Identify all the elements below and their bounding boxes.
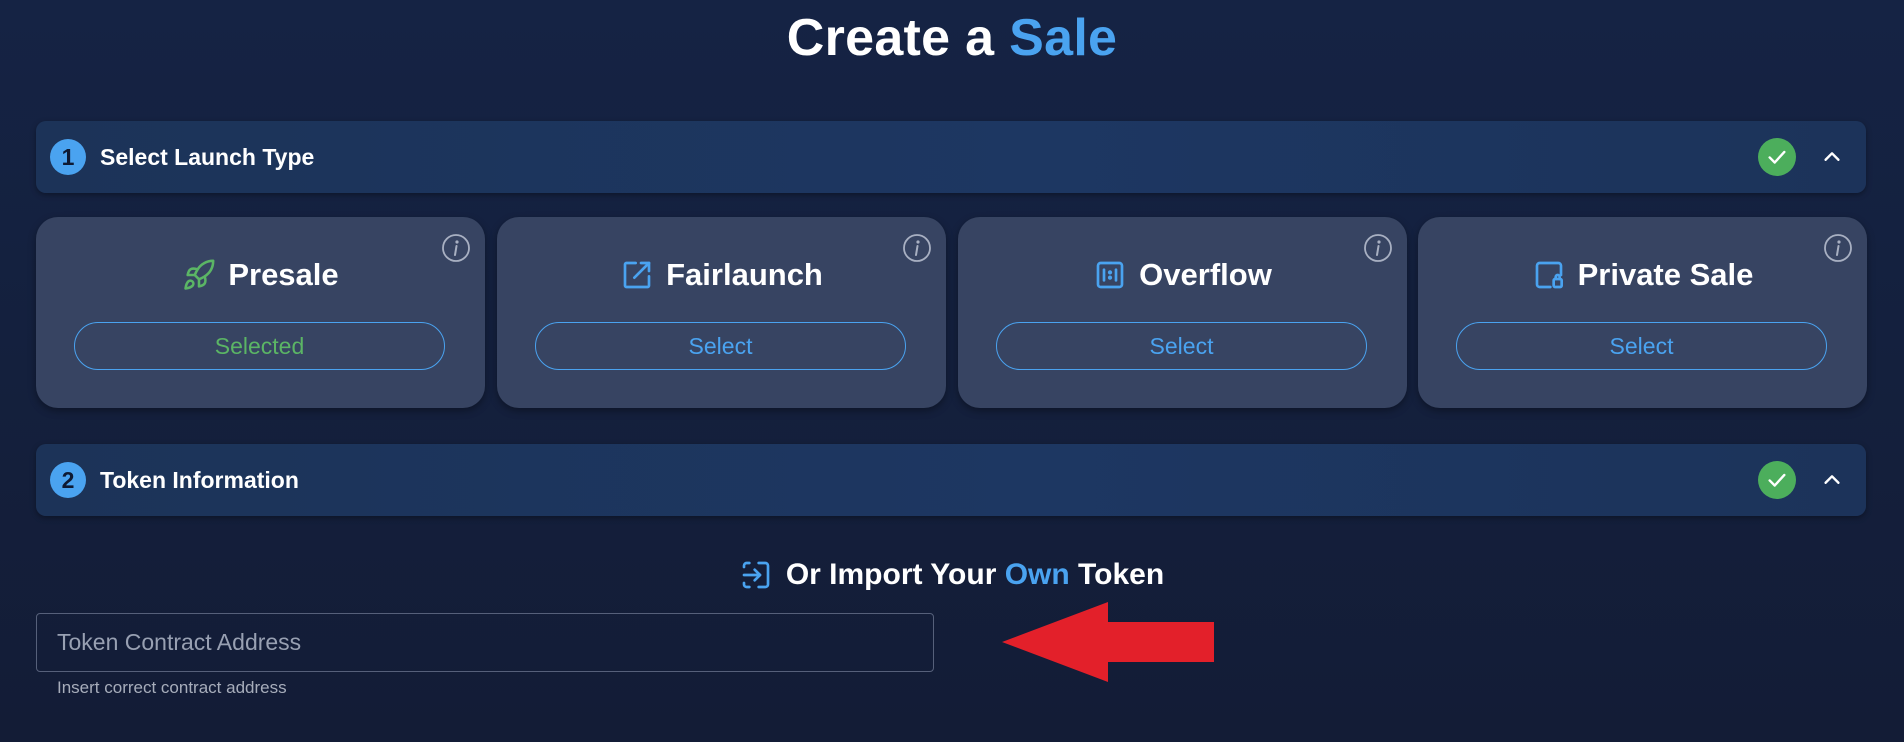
step-number-badge: 1: [50, 139, 86, 175]
section-header-launch-type[interactable]: 1 Select Launch Type: [36, 121, 1866, 193]
card-title: Overflow: [1139, 257, 1272, 292]
external-link-icon: [620, 258, 654, 292]
section-title: Token Information: [100, 466, 299, 493]
import-heading-accent: Own: [1004, 558, 1070, 591]
card-title: Private Sale: [1577, 257, 1754, 292]
page-title: Create a Sale: [0, 8, 1904, 68]
card-title: Fairlaunch: [666, 257, 823, 292]
rocket-icon: [182, 258, 216, 292]
private-sale-select-button[interactable]: Select: [1456, 322, 1827, 370]
import-heading-prefix: Or Import Your: [785, 558, 1005, 591]
page-title-prefix: Create a: [786, 9, 1010, 67]
section-title: Select Launch Type: [100, 143, 315, 170]
page-title-accent: Sale: [1009, 9, 1118, 67]
red-arrow-icon: [1002, 602, 1216, 687]
step-number-badge: 2: [50, 462, 86, 498]
launch-type-card-overflow: Overflow Select: [958, 217, 1407, 408]
section-header-token-information[interactable]: 2 Token Information: [36, 444, 1866, 516]
overflow-icon: [1093, 258, 1127, 292]
import-heading-suffix: Token: [1069, 558, 1165, 591]
private-sale-icon: [1532, 258, 1566, 292]
check-icon: [1758, 461, 1796, 499]
launch-type-card-private-sale: Private Sale Select: [1418, 217, 1867, 408]
helper-text: Insert correct contract address: [57, 678, 287, 697]
card-title: Presale: [228, 257, 339, 292]
presale-selected-button[interactable]: Selected: [74, 322, 445, 370]
check-icon: [1758, 138, 1796, 176]
chevron-up-icon[interactable]: [1816, 141, 1848, 173]
chevron-up-icon[interactable]: [1816, 464, 1848, 496]
overflow-select-button[interactable]: Select: [996, 322, 1367, 370]
launch-type-card-presale: Presale Selected: [36, 217, 485, 408]
import-token-heading: Or Import Your Own Token: [0, 558, 1904, 592]
token-contract-address-input[interactable]: [36, 613, 934, 672]
launch-type-card-fairlaunch: Fairlaunch Select: [497, 217, 946, 408]
fairlaunch-select-button[interactable]: Select: [535, 322, 906, 370]
import-icon: [740, 559, 772, 591]
